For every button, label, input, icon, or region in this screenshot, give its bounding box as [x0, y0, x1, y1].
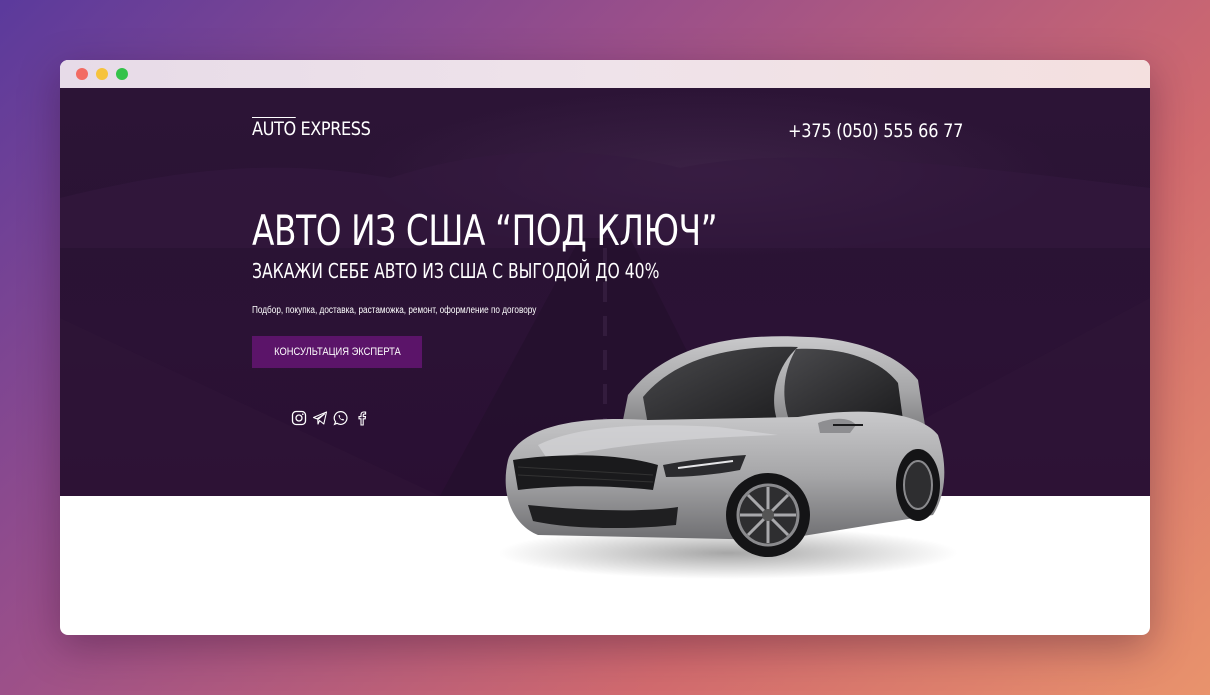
logo-part-express: EXPRESS [295, 118, 371, 140]
cta-label: КОНСУЛЬТАЦИЯ ЭКСПЕРТА [273, 346, 401, 358]
telegram-icon[interactable] [312, 410, 328, 426]
site-logo[interactable]: AUTO EXPRESS [252, 118, 371, 140]
close-window-button[interactable] [76, 68, 88, 80]
social-links [291, 410, 370, 426]
window-titlebar [60, 60, 1150, 88]
services-description: Подбор, покупка, доставка, растаможка, р… [252, 305, 537, 316]
ford-mustang-car-image [498, 336, 958, 579]
expert-consultation-button[interactable]: КОНСУЛЬТАЦИЯ ЭКСПЕРТА [252, 336, 422, 368]
hero-subheadline: ЗАКАЖИ СЕБЕ АВТО ИЗ США С ВЫГОДОЙ ДО 40% [252, 259, 660, 283]
facebook-icon[interactable] [354, 410, 370, 426]
maximize-window-button[interactable] [116, 68, 128, 80]
whatsapp-icon[interactable] [333, 410, 349, 426]
hero-headline: АВТО ИЗ США “ПОД КЛЮЧ” [252, 206, 718, 255]
instagram-icon[interactable] [291, 410, 307, 426]
minimize-window-button[interactable] [96, 68, 108, 80]
logo-part-auto: AUTO [252, 118, 296, 140]
browser-window: AUTO EXPRESS +375 (050) 555 66 77 АВТО И… [60, 60, 1150, 635]
phone-number-link[interactable]: +375 (050) 555 66 77 [788, 120, 963, 142]
